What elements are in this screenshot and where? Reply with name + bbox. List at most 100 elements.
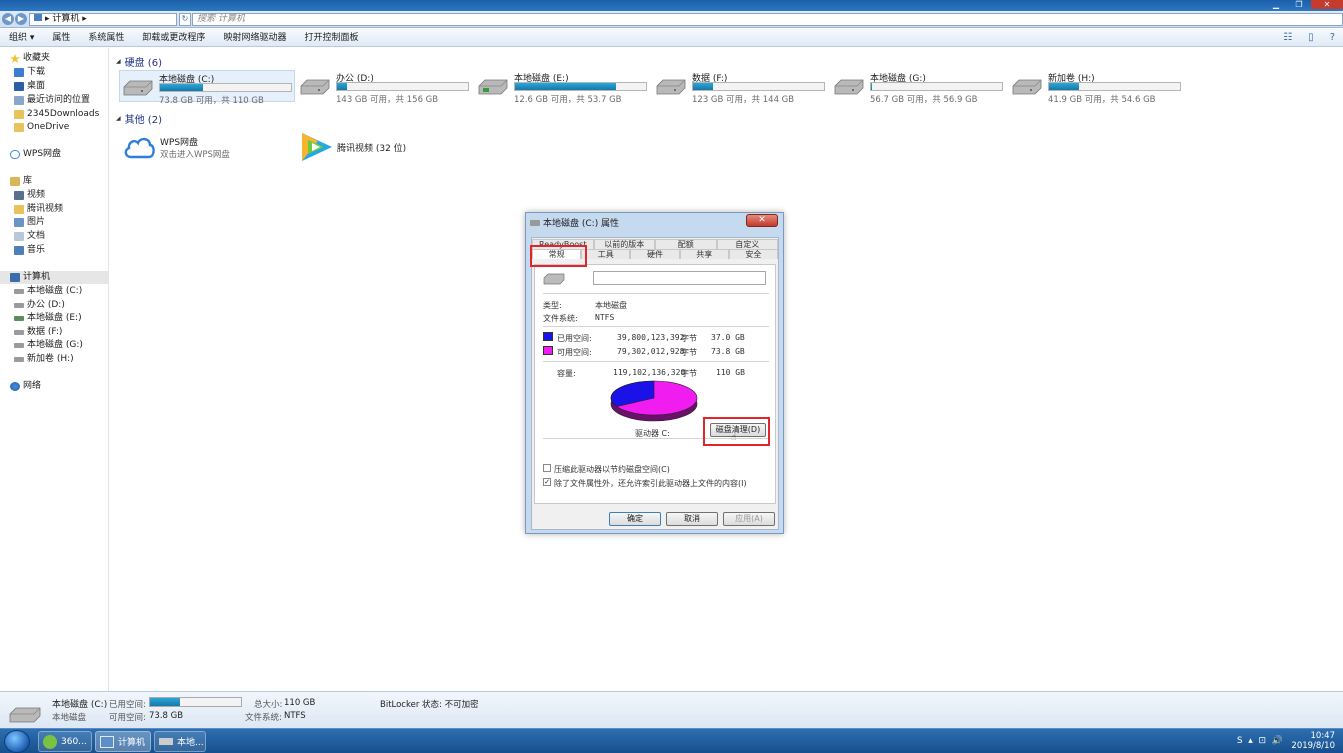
sidebar-item-drive-f[interactable]: 数据 (F:)	[14, 326, 62, 339]
properties-button[interactable]: 属性	[43, 29, 79, 47]
drive-icon	[14, 357, 24, 362]
sidebar-item-drive-c[interactable]: 本地磁盘 (C:)	[14, 285, 82, 298]
close-button[interactable]: ✕	[1311, 0, 1343, 9]
group-header-hdd[interactable]: ◢ 硬盘 (6)	[116, 55, 162, 69]
sidebar-item-drive-e[interactable]: 本地磁盘 (E:)	[14, 312, 82, 325]
tab-security[interactable]: 安全	[728, 249, 779, 259]
forward-icon[interactable]: ▶	[15, 13, 27, 25]
usage-fill	[871, 83, 873, 90]
status-drive-kind: 本地磁盘	[52, 713, 87, 723]
hard-drive-icon	[9, 707, 41, 723]
sidebar-item-downloads[interactable]: 下载	[14, 66, 45, 79]
item-tencent-video[interactable]: 腾讯视频 (32 位)	[298, 130, 406, 164]
compress-label: 压缩此驱动器以节约磁盘空间(C)	[554, 465, 670, 474]
tab-quota[interactable]: 配额	[655, 239, 717, 249]
search-input[interactable]: 搜索 计算机	[192, 13, 1343, 26]
network-icon	[10, 382, 20, 391]
start-button[interactable]	[4, 730, 30, 753]
sidebar-item-music[interactable]: 音乐	[14, 244, 45, 257]
drive-icon	[530, 219, 540, 226]
divider	[543, 293, 769, 294]
dialog-body: ReadyBoost 以前的版本 配额 自定义 常规 工具 硬件 共享 安全 类…	[531, 237, 779, 530]
cancel-button[interactable]: 取消	[666, 512, 718, 526]
organize-menu[interactable]: 组织 ▾	[0, 29, 43, 47]
drive-free-space: 123 GB 可用，共 144 GB	[692, 95, 795, 105]
folder-icon	[14, 205, 24, 214]
refresh-icon[interactable]: ↻	[179, 13, 191, 26]
tab-hardware[interactable]: 硬件	[630, 249, 680, 259]
tab-customize[interactable]: 自定义	[716, 239, 778, 249]
drive-tile-e[interactable]: 本地磁盘 (E:) 12.6 GB 可用，共 53.7 GB	[475, 70, 651, 105]
tab-previous-versions[interactable]: 以前的版本	[593, 239, 655, 249]
system-properties-button[interactable]: 系统属性	[79, 29, 133, 47]
apply-button[interactable]: 应用(A)	[723, 512, 775, 526]
sidebar-item-drive-g[interactable]: 本地磁盘 (G:)	[14, 339, 83, 352]
drive-tile-h[interactable]: 新加卷 (H:) 41.9 GB 可用，共 54.6 GB	[1009, 70, 1185, 105]
volume-label-input[interactable]	[593, 271, 766, 285]
sidebar-label: 本地磁盘 (C:)	[27, 286, 83, 296]
drive-tile-c[interactable]: 本地磁盘 (C:) 73.8 GB 可用，共 110 GB	[119, 70, 295, 106]
sidebar-item-desktop[interactable]: 桌面	[14, 80, 45, 93]
sidebar-item-recent[interactable]: 最近访问的位置	[14, 94, 90, 107]
usage-fill	[160, 84, 204, 91]
sidebar-item-favorites[interactable]: 收藏夹	[10, 52, 50, 65]
sidebar-label: 计算机	[23, 272, 51, 282]
sidebar-item-tencent-video[interactable]: 腾讯视频	[14, 203, 63, 216]
desktop-icon	[14, 82, 24, 91]
sidebar-item-2345downloads[interactable]: 2345Downloads	[14, 108, 99, 121]
usage-fill	[515, 83, 616, 90]
minimize-button[interactable]: ▁	[1265, 0, 1287, 9]
drive-icon	[14, 330, 24, 335]
sidebar-item-network[interactable]: 网络	[10, 380, 41, 393]
restore-button[interactable]: ❐	[1288, 0, 1310, 9]
capacity-bytes: 119,102,136,320	[613, 368, 686, 377]
preview-pane-icon[interactable]: ▯	[1308, 32, 1314, 43]
taskbar-item-properties[interactable]: 本地...	[154, 731, 206, 752]
tab-tools[interactable]: 工具	[581, 249, 631, 259]
dialog-close-button[interactable]: ✕	[746, 214, 778, 227]
sidebar-label: OneDrive	[27, 122, 70, 132]
sidebar-item-drive-d[interactable]: 办公 (D:)	[14, 299, 65, 312]
drive-tile-g[interactable]: 本地磁盘 (G:) 56.7 GB 可用，共 56.9 GB	[831, 70, 1007, 105]
type-value: 本地磁盘	[595, 301, 627, 310]
view-options-icon[interactable]: ☷	[1283, 32, 1292, 43]
fs-label: 文件系统:	[543, 314, 578, 323]
help-icon[interactable]: ?	[1330, 32, 1335, 43]
tab-sharing[interactable]: 共享	[679, 249, 729, 259]
sidebar-label: 本地磁盘 (G:)	[27, 340, 83, 350]
sidebar-item-computer[interactable]: 计算机	[10, 271, 50, 284]
item-wps-cloud[interactable]: WPS网盘 双击进入WPS网盘	[122, 130, 230, 164]
clock[interactable]: 10:47 2019/8/10	[1291, 731, 1335, 751]
drive-tile-d[interactable]: 办公 (D:) 143 GB 可用，共 156 GB	[297, 70, 473, 105]
sidebar-item-drive-h[interactable]: 新加卷 (H:)	[14, 353, 74, 366]
index-checkbox[interactable]: ✓	[543, 478, 551, 486]
group-header-other[interactable]: ◢ 其他 (2)	[116, 112, 162, 126]
clock-time: 10:47	[1310, 731, 1336, 741]
status-used-label: 已用空间:	[109, 700, 146, 710]
video-icon	[14, 191, 24, 200]
sidebar-item-onedrive[interactable]: OneDrive	[14, 121, 69, 134]
uninstall-button[interactable]: 卸载或更改程序	[133, 29, 214, 47]
compress-checkbox[interactable]	[543, 464, 551, 472]
sidebar-item-library[interactable]: 库	[10, 175, 32, 188]
sidebar-label: 文档	[27, 231, 46, 241]
used-unit: 字节	[681, 334, 697, 343]
tray-icons[interactable]: S ▴ ⊡ 🔊	[1237, 736, 1283, 746]
disk-usage-pie	[610, 380, 698, 422]
control-panel-button[interactable]: 打开控制面板	[295, 29, 367, 47]
map-drive-button[interactable]: 映射网络驱动器	[214, 29, 295, 47]
ok-button[interactable]: 确定	[609, 512, 661, 526]
breadcrumb[interactable]: ▸ 计算机 ▸	[29, 13, 177, 26]
taskbar-item-360[interactable]: 360...	[38, 731, 92, 752]
status-free-value: 73.8 GB	[149, 711, 184, 721]
sidebar-item-videos[interactable]: 视频	[14, 189, 45, 202]
taskbar-item-computer[interactable]: 计算机	[95, 731, 151, 752]
drive-tile-f[interactable]: 数据 (F:) 123 GB 可用，共 144 GB	[653, 70, 829, 105]
sidebar-item-documents[interactable]: 文档	[14, 230, 45, 243]
sidebar-item-wps[interactable]: WPS网盘	[10, 148, 61, 161]
taskbar-label: 本地...	[177, 738, 204, 748]
sidebar-item-pictures[interactable]: 图片	[14, 216, 45, 229]
used-label: 已用空间:	[557, 334, 592, 343]
free-bytes: 79,302,012,928	[617, 347, 685, 356]
back-icon[interactable]: ◀	[2, 13, 14, 25]
